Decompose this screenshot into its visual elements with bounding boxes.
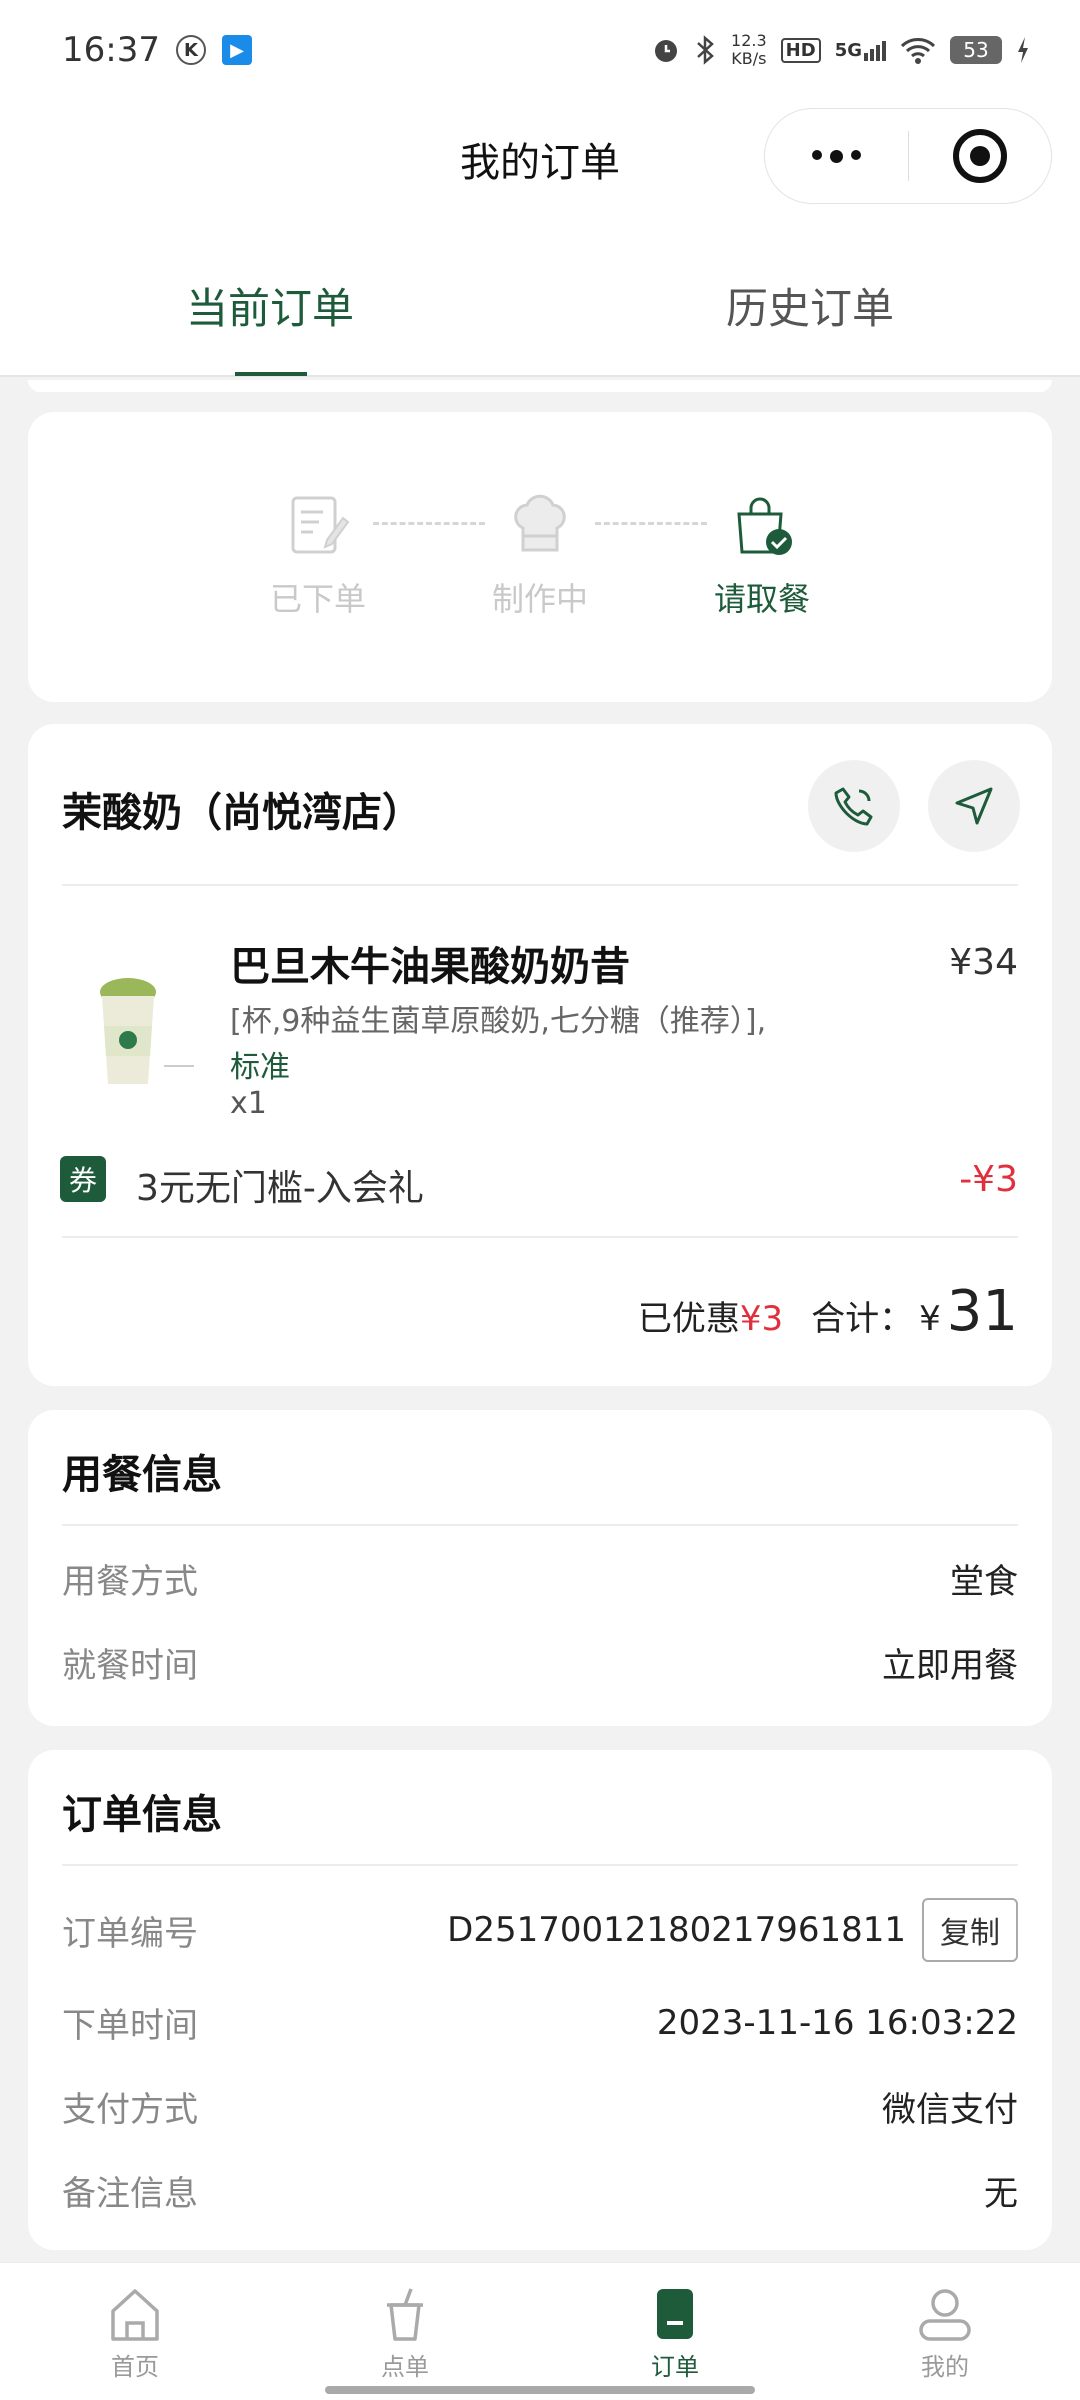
- navigate-button[interactable]: [928, 760, 1020, 852]
- order-tabs: 当前订单 历史订单: [0, 215, 1080, 377]
- phone-icon: [834, 787, 873, 826]
- divider: [62, 1236, 1018, 1238]
- nav-header: 我的订单: [0, 100, 1080, 215]
- discount-label: 已优惠: [637, 1299, 740, 1339]
- total-amount: 31: [946, 1279, 1018, 1344]
- home-icon: [111, 2289, 159, 2341]
- dining-mode-row: 用餐方式 堂食: [62, 1554, 1018, 1603]
- tabbar-orders-label: 订单: [651, 2353, 699, 2381]
- chef-hat-icon: [514, 494, 566, 552]
- remark-label: 备注信息: [62, 2174, 198, 2214]
- note-icon: [291, 496, 350, 554]
- charging-icon: [1018, 37, 1028, 63]
- tabbar-profile-label: 我的: [921, 2353, 969, 2381]
- profile-icon: [919, 2289, 971, 2341]
- order-info-title: 订单信息: [62, 1792, 222, 1838]
- payment-method-row: 支付方式 微信支付: [62, 2082, 1018, 2131]
- tabbar-home[interactable]: 首页: [0, 2263, 270, 2400]
- status-bar: 16:37 K ▶ 12.3 KB/s HD 5G 53: [0, 0, 1080, 100]
- order-items-card: 茉酸奶（尚悦湾店） 巴旦木牛油果酸奶奶昔 ¥34 [杯,9种益生菌草原酸奶,七分…: [28, 724, 1052, 1386]
- order-total: 已优惠 ¥3 合计： ¥ 31: [638, 1279, 1018, 1344]
- signal-icon: 5G: [835, 40, 886, 61]
- tab-history-orders[interactable]: 历史订单: [540, 215, 1080, 375]
- dining-time-label: 就餐时间: [62, 1646, 198, 1686]
- order-number-label: 订单编号: [62, 1913, 198, 1954]
- payment-method-label: 支付方式: [62, 2090, 198, 2130]
- product-name: 巴旦木牛油果酸奶奶昔: [230, 944, 630, 990]
- bottom-tab-bar: 首页 点单 订单 我的: [0, 2262, 1080, 2400]
- dining-mode-value: 堂食: [950, 1562, 1018, 1602]
- shopping-bag-check-icon: [737, 497, 792, 555]
- wifi-icon: [900, 38, 936, 64]
- order-progress-card: 已下单 制作中 请取餐: [28, 412, 1052, 702]
- discount-amount: ¥3: [739, 1299, 784, 1339]
- hd-badge: HD: [780, 37, 821, 63]
- step-ready-label: 请取餐: [713, 580, 810, 618]
- total-label: 合计：: [811, 1299, 914, 1339]
- divider: [62, 884, 1018, 886]
- navigation-arrow-icon: [955, 787, 993, 825]
- dining-info-card: 用餐信息 用餐方式 堂食 就餐时间 立即用餐: [28, 1410, 1052, 1726]
- cup-icon: [387, 2288, 423, 2341]
- tabbar-menu[interactable]: 点单: [270, 2263, 540, 2400]
- dining-time-value: 立即用餐: [882, 1646, 1018, 1686]
- tabbar-home-label: 首页: [111, 2353, 159, 2381]
- battery-icon: 53: [950, 36, 1002, 64]
- more-icon: [811, 149, 861, 163]
- remark-value: 无: [984, 2174, 1018, 2214]
- order-number-row: 订单编号 D25170012180217961811 复制: [62, 1898, 1018, 1962]
- tabbar-orders[interactable]: 订单: [540, 2263, 810, 2400]
- step-making-label: 制作中: [491, 580, 588, 618]
- close-mini-program-button[interactable]: [909, 129, 1052, 183]
- order-info-card: 订单信息 订单编号 D25170012180217961811 复制 下单时间 …: [28, 1750, 1052, 2250]
- product-thumbnail: [100, 978, 194, 1084]
- dining-mode-label: 用餐方式: [62, 1562, 198, 1602]
- order-time-row: 下单时间 2023-11-16 16:03:22: [62, 1998, 1018, 2047]
- step-ordered-label: 已下单: [269, 580, 366, 618]
- order-time-value: 2023-11-16 16:03:22: [656, 2002, 1018, 2043]
- product-spec: [杯,9种益生菌草原酸奶,七分糖（推荐）],: [230, 1004, 767, 1039]
- order-icon: [657, 2289, 693, 2339]
- product-quantity: x1: [230, 1086, 267, 1121]
- product-spec-size: 标准: [230, 1050, 290, 1085]
- card-edge: [28, 380, 1052, 392]
- home-indicator[interactable]: [325, 2386, 755, 2394]
- status-time: 16:37: [62, 30, 160, 70]
- divider: [62, 1864, 1018, 1866]
- tab-current-orders[interactable]: 当前订单: [0, 215, 540, 376]
- coupon-name: 3元无门槛-入会礼: [136, 1168, 424, 1209]
- tabbar-profile[interactable]: 我的: [810, 2263, 1080, 2400]
- dining-time-row: 就餐时间 立即用餐: [62, 1638, 1018, 1687]
- store-name: 茉酸奶（尚悦湾店）: [62, 790, 422, 836]
- notification-app-icon: ▶: [221, 35, 252, 65]
- product-price: ¥34: [949, 942, 1018, 983]
- order-time-label: 下单时间: [62, 2006, 198, 2046]
- payment-method-value: 微信支付: [882, 2090, 1018, 2130]
- call-store-button[interactable]: [808, 760, 900, 852]
- more-button[interactable]: [765, 149, 908, 163]
- step-making: 制作中: [450, 490, 630, 620]
- coupon-value: -¥3: [959, 1159, 1018, 1200]
- target-icon: [952, 129, 1007, 183]
- network-speed: 12.3 KB/s: [731, 31, 767, 68]
- copy-button[interactable]: 复制: [922, 1898, 1018, 1962]
- divider: [62, 1524, 1018, 1526]
- bluetooth-icon: [697, 35, 714, 65]
- mini-program-capsule: [764, 108, 1052, 204]
- k-app-icon: K: [175, 35, 206, 65]
- remark-row: 备注信息 无: [62, 2166, 1018, 2215]
- step-ordered: 已下单: [228, 490, 408, 620]
- dining-info-title: 用餐信息: [62, 1452, 222, 1498]
- step-ready: 请取餐: [672, 490, 852, 620]
- tabbar-menu-label: 点单: [381, 2353, 429, 2381]
- coupon-icon: 券: [60, 1156, 106, 1202]
- alarm-icon: [655, 40, 678, 62]
- total-currency: ¥: [919, 1299, 941, 1339]
- order-number-value: D25170012180217961811: [447, 1910, 906, 1950]
